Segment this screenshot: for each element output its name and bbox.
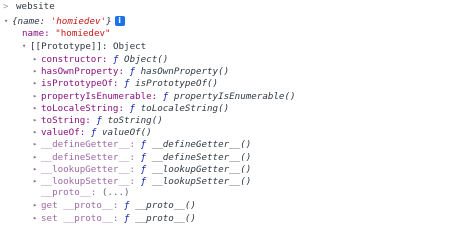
prototype-member[interactable]: ▸ __defineSetter__: ƒ __defineSetter__() xyxy=(33,151,251,163)
expand-toggle-icon[interactable]: ▾ xyxy=(4,15,12,27)
property-name-row: name: "homiedev" xyxy=(22,28,111,40)
prototype-member[interactable]: ▸ valueOf: ƒ valueOf() xyxy=(33,126,152,138)
expand-toggle-icon[interactable]: ▸ xyxy=(33,102,41,114)
function-marker: ƒ xyxy=(140,139,147,151)
expand-toggle-icon[interactable]: ▸ xyxy=(33,199,41,211)
member-key: valueOf: xyxy=(41,127,86,139)
member-key: get __proto__: xyxy=(41,200,119,212)
member-key: propertyIsEnumerable: xyxy=(41,90,158,102)
prototype-accessor[interactable]: ▸ set __proto__: ƒ __proto__() xyxy=(33,212,196,224)
object-preview-close: } xyxy=(106,16,112,27)
property-key: name: xyxy=(22,28,50,39)
expand-toggle-icon[interactable]: ▸ xyxy=(33,151,41,163)
member-key: toString: xyxy=(41,115,91,126)
prototype-member[interactable]: ▸ __lookupSetter__: ƒ __lookupSetter__() xyxy=(33,175,251,187)
function-marker: ƒ xyxy=(162,90,169,102)
function-signature: __lookupSetter__() xyxy=(151,176,252,187)
prototype-member[interactable]: ▸ toLocaleString: ƒ toLocaleString() xyxy=(33,102,229,114)
object-preview-open: {name: xyxy=(12,16,51,27)
function-marker: ƒ xyxy=(129,66,136,78)
function-signature: __defineGetter__() xyxy=(151,139,252,151)
function-marker: ƒ xyxy=(112,54,119,65)
object-preview-row[interactable]: ▾ {name: 'homiedev'} i xyxy=(4,15,125,27)
member-key: set __proto__: xyxy=(41,212,119,224)
function-signature: toLocaleString() xyxy=(140,102,230,114)
expand-toggle-icon[interactable]: ▸ xyxy=(33,114,41,126)
function-marker: ƒ xyxy=(124,78,130,90)
expand-toggle-icon[interactable]: ▸ xyxy=(33,53,41,65)
function-signature: toString() xyxy=(107,115,163,126)
function-marker: ƒ xyxy=(140,176,147,187)
getter-placeholder[interactable]: (...) xyxy=(102,187,130,198)
expand-toggle-icon[interactable]: ▸ xyxy=(33,163,41,175)
function-marker: ƒ xyxy=(96,115,102,126)
prototype-member[interactable]: ▸ __lookupGetter__: ƒ __lookupGetter__() xyxy=(33,163,251,175)
function-signature: __defineSetter__() xyxy=(151,151,252,163)
function-marker: ƒ xyxy=(124,212,130,224)
proto-getter-row[interactable]: __proto__: (...) xyxy=(41,187,130,199)
expand-toggle-icon[interactable]: ▸ xyxy=(33,175,41,187)
function-signature: Object() xyxy=(124,54,169,65)
member-key: __defineSetter__: xyxy=(41,151,136,163)
function-signature: __proto__() xyxy=(135,200,196,212)
devtools-console: > website ▾ {name: 'homiedev'} i name: "ho… xyxy=(0,0,474,224)
property-value: "homiedev" xyxy=(55,28,111,39)
member-key: __defineGetter__: xyxy=(41,139,136,151)
member-key: __lookupSetter__: xyxy=(41,176,136,187)
prototype-member[interactable]: ▸ constructor: ƒ Object() xyxy=(33,53,168,65)
prototype-member[interactable]: ▸ __defineGetter__: ƒ __defineGetter__() xyxy=(33,138,251,150)
expand-toggle-icon[interactable]: ▾ xyxy=(22,40,30,52)
member-key: constructor: xyxy=(41,54,108,65)
member-key: isPrototypeOf: xyxy=(41,78,119,90)
expand-toggle-icon[interactable]: ▸ xyxy=(33,77,41,89)
member-key: toLocaleString: xyxy=(41,102,124,114)
function-marker: ƒ xyxy=(90,127,97,139)
function-marker: ƒ xyxy=(140,151,147,163)
function-signature: valueOf() xyxy=(101,127,152,139)
expand-toggle-icon[interactable]: ▸ xyxy=(33,126,41,138)
function-marker: ƒ xyxy=(129,102,136,114)
object-preview-value: 'homiedev' xyxy=(50,16,107,27)
prototype-member[interactable]: ▸ toString: ƒ toString() xyxy=(33,114,163,126)
prototype-accessor[interactable]: ▸ get __proto__: ƒ __proto__() xyxy=(33,199,196,211)
function-signature: __lookupGetter__() xyxy=(151,163,252,175)
expand-toggle-icon[interactable]: ▸ xyxy=(33,212,41,224)
expand-toggle-icon[interactable]: ▸ xyxy=(33,138,41,150)
prototype-label: [[Prototype]]: Object xyxy=(30,41,147,52)
info-icon[interactable]: i xyxy=(114,16,125,26)
prompt-chevron-icon: > xyxy=(3,2,9,12)
expand-toggle-icon[interactable]: ▸ xyxy=(33,65,41,77)
function-signature: propertyIsEnumerable() xyxy=(173,90,296,102)
member-key: __proto__: xyxy=(41,187,97,199)
member-key: hasOwnProperty: xyxy=(41,66,124,78)
member-key: __lookupGetter__: xyxy=(41,163,136,175)
function-marker: ƒ xyxy=(140,163,147,175)
prototype-row[interactable]: ▾ [[Prototype]]: Object xyxy=(22,40,146,52)
function-signature: __proto__() xyxy=(135,212,196,224)
function-signature: isPrototypeOf() xyxy=(135,78,219,90)
console-command: website xyxy=(16,1,55,12)
prototype-member[interactable]: ▸ isPrototypeOf: ƒ isPrototypeOf() xyxy=(33,77,218,89)
prototype-member[interactable]: ▸ hasOwnProperty: ƒ hasOwnProperty() xyxy=(33,65,229,77)
function-marker: ƒ xyxy=(124,200,130,212)
prototype-member[interactable]: ▸ propertyIsEnumerable: ƒ propertyIsEnume… xyxy=(33,90,296,102)
function-signature: hasOwnProperty() xyxy=(140,66,230,78)
expand-toggle-icon[interactable]: ▸ xyxy=(33,90,41,102)
